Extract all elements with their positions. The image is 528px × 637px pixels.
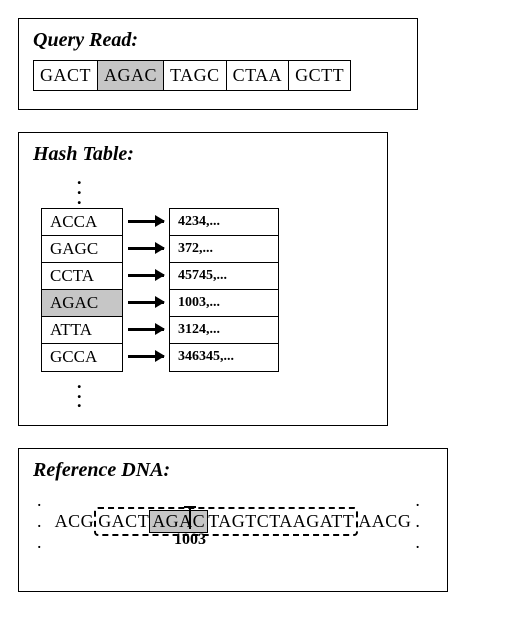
pointer-label: 1003 — [174, 531, 206, 549]
arrow-right-icon — [123, 289, 169, 316]
ellipsis-right: . . . — [415, 490, 429, 553]
hash-values-column: 4234,...372,...45745,...1003,...3124,...… — [169, 208, 279, 372]
query-cell: AGAC — [98, 61, 164, 90]
hash-value-cell: 1003,... — [170, 290, 278, 317]
arrow-right-icon — [123, 316, 169, 343]
hash-arrows-column — [123, 208, 169, 372]
hash-key-cell: CCTA — [42, 263, 122, 290]
arrow-right-icon — [123, 235, 169, 262]
hash-value-cell: 45745,... — [170, 263, 278, 290]
reference-sequence: . . . ACG GACT AGAC TAGTCTAAGATT AACG . … — [33, 490, 433, 553]
arrow-right-icon — [123, 262, 169, 289]
reference-dna-title: Reference DNA: — [33, 459, 433, 482]
arrow-right-icon — [123, 208, 169, 235]
ref-after-hl: TAGTCTAAGATT — [208, 511, 354, 532]
hash-keys-column: ACCAGAGCCCTAAGACATTAGCCA — [41, 208, 123, 372]
alignment-window: GACT AGAC TAGTCTAAGATT — [94, 507, 358, 536]
query-cell: CTAA — [227, 61, 290, 90]
hash-key-cell: ACCA — [42, 209, 122, 236]
query-read-title: Query Read: — [33, 29, 403, 52]
arrow-right-icon — [123, 343, 169, 370]
hash-key-cell: GCCA — [42, 344, 122, 371]
ellipsis-bottom: ... — [33, 378, 373, 408]
hash-value-cell: 3124,... — [170, 317, 278, 344]
ellipsis-left: . . . — [37, 490, 51, 553]
ref-before-hl: GACT — [98, 511, 149, 532]
hash-value-cell: 372,... — [170, 236, 278, 263]
query-read-sequence: GACTAGACTAGCCTAAGCTT — [33, 60, 351, 91]
query-cell: GCTT — [289, 61, 350, 90]
pointer-line-icon — [189, 507, 191, 529]
ellipsis-top: ... — [33, 174, 373, 204]
ref-suffix: AACG — [358, 511, 411, 532]
hash-value-cell: 346345,... — [170, 344, 278, 371]
query-cell: TAGC — [164, 61, 227, 90]
hash-key-cell: ATTA — [42, 317, 122, 344]
query-cell: GACT — [34, 61, 98, 90]
ref-prefix: ACG — [55, 511, 95, 532]
position-pointer: 1003 — [174, 507, 206, 549]
hash-table-panel: Hash Table: ... ACCAGAGCCCTAAGACATTAGCCA… — [18, 132, 388, 426]
hash-table-title: Hash Table: — [33, 143, 373, 166]
query-read-panel: Query Read: GACTAGACTAGCCTAAGCTT — [18, 18, 418, 110]
hash-value-cell: 4234,... — [170, 209, 278, 236]
hash-table-body: ACCAGAGCCCTAAGACATTAGCCA 4234,...372,...… — [33, 204, 373, 372]
reference-dna-panel: Reference DNA: . . . ACG GACT AGAC TAGTC… — [18, 448, 448, 592]
hash-key-cell: AGAC — [42, 290, 122, 317]
hash-key-cell: GAGC — [42, 236, 122, 263]
